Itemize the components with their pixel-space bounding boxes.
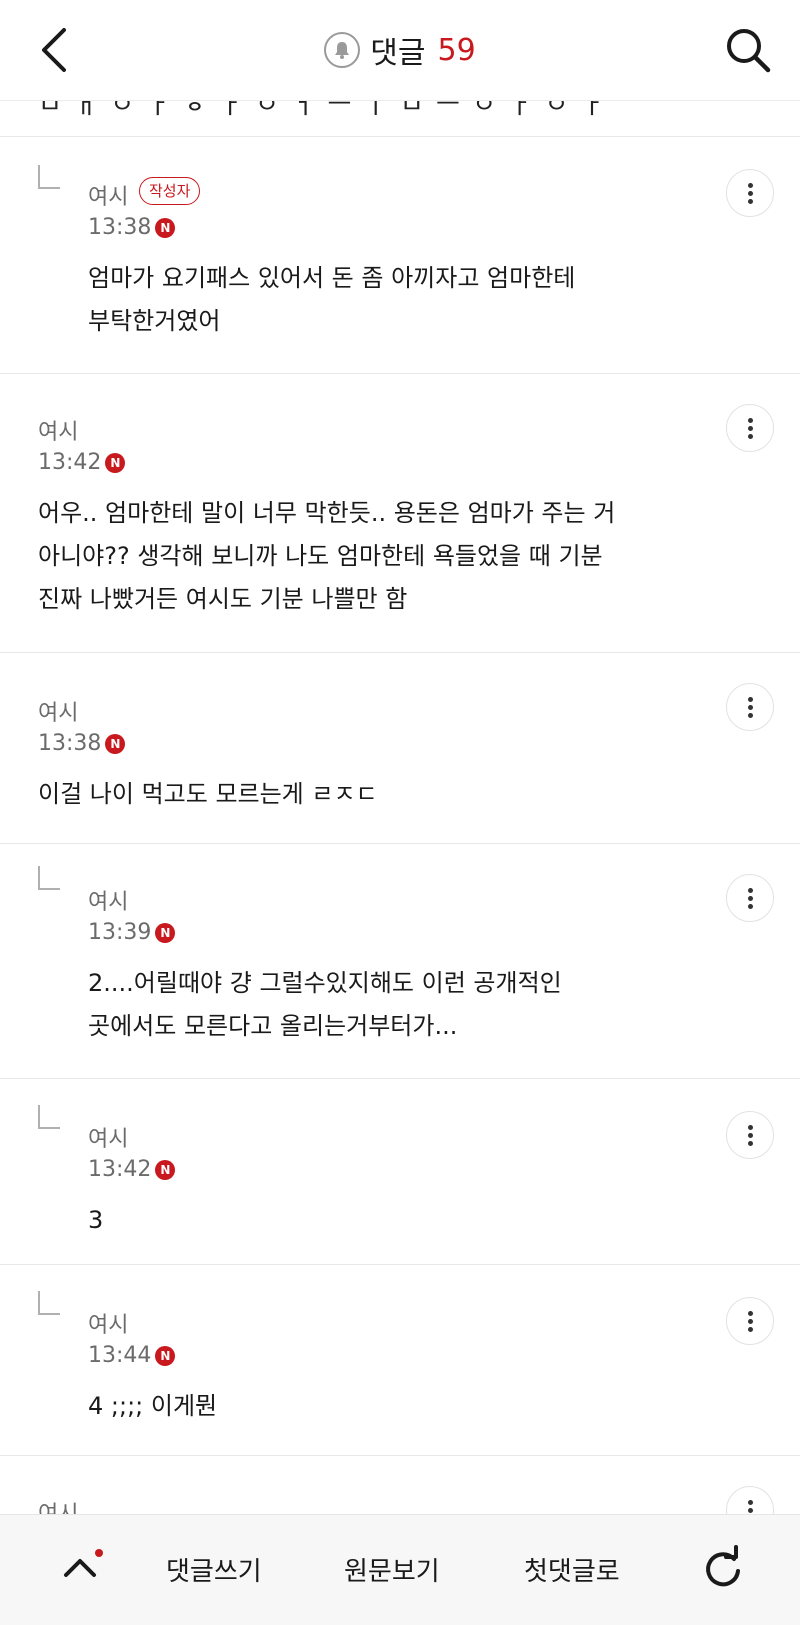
comment-time-row: 13:38 N [88, 215, 176, 240]
author-badge: 작성자 [139, 177, 201, 205]
more-options-button[interactable] [726, 1486, 774, 1514]
comment-item: 여시 13:42 N 어우.. 엄마한테 말이 너무 막한듯.. 용돈은 엄마가… [0, 374, 800, 652]
bottom-action-bar: 댓글쓰기 원문보기 첫댓글로 [0, 1514, 800, 1625]
more-vertical-icon [747, 887, 753, 893]
comment-author: 여시 [88, 1313, 129, 1338]
header-title: 댓글 59 [0, 30, 800, 71]
comment-time: 13:42 [88, 1157, 152, 1182]
reply-indicator-icon [38, 866, 60, 890]
comment-author: 여시 [88, 185, 129, 210]
comment-author: 여시 [38, 701, 79, 726]
comment-time-row: 13:39 N [88, 920, 176, 945]
view-original-button[interactable]: 원문보기 [344, 1551, 440, 1588]
more-options-button[interactable] [726, 1297, 774, 1345]
comment-item: 여시 13:42 N 3 [0, 1079, 800, 1264]
comment-time-row: 13:42 N [38, 450, 126, 475]
more-options-button[interactable] [726, 404, 774, 452]
reply-indicator-icon [38, 165, 60, 189]
comment-time: 13:42 [38, 450, 102, 475]
write-comment-button[interactable]: 댓글쓰기 [166, 1551, 262, 1588]
search-button[interactable] [720, 22, 776, 78]
reply-indicator-icon [38, 1105, 60, 1129]
new-badge-icon: N [155, 217, 176, 238]
comment-time: 13:39 [88, 920, 152, 945]
first-comment-button[interactable]: 첫댓글로 [524, 1551, 620, 1588]
more-options-button[interactable] [726, 683, 774, 731]
more-vertical-icon [747, 182, 753, 188]
comment-author: 여시 [38, 1496, 78, 1514]
more-vertical-icon [747, 1310, 753, 1316]
comment-item: 여시 13:44 N 4 ;;;; 이게뭔 [0, 1265, 800, 1455]
comment-time: 13:44 [88, 1343, 152, 1368]
comment-time: 13:38 [88, 215, 152, 240]
reply-indicator-icon [38, 1291, 60, 1315]
refresh-button[interactable] [700, 1545, 746, 1591]
top-header: 댓글 59 [0, 0, 800, 101]
comments-title: 댓글 [370, 36, 426, 71]
comment-author: 여시 [38, 420, 79, 445]
new-badge-icon: N [155, 1345, 176, 1366]
comment-text: 어우.. 엄마한테 말이 너무 막한듯.. 용돈은 엄마가 주는 거 아니야??… [38, 499, 616, 613]
comment-time-row: 13:42 N [88, 1157, 176, 1182]
comment-time-row: 13:44 N [88, 1343, 176, 1368]
new-badge-icon: N [155, 922, 176, 943]
more-options-button[interactable] [726, 169, 774, 217]
comment-count: 59 [437, 32, 476, 68]
more-options-button[interactable] [726, 1111, 774, 1159]
comment-text: 3 [88, 1206, 104, 1234]
more-options-button[interactable] [726, 874, 774, 922]
notification-dot [95, 1549, 103, 1557]
more-vertical-icon [747, 1124, 753, 1130]
new-badge-icon: N [105, 733, 126, 754]
search-icon [727, 29, 771, 73]
comment-time: 13:38 [38, 731, 102, 756]
comment-author: 여시 [88, 890, 129, 915]
more-vertical-icon [747, 417, 753, 423]
comment-time-row: 13:38 N [38, 731, 126, 756]
comment-text: 엄마가 요기패스 있어서 돈 좀 아끼자고 엄마한테 부탁한거였어 [88, 264, 576, 335]
comment-text: 이걸 나이 먹고도 모르는게 ㄹㅈㄷ [38, 780, 378, 808]
more-vertical-icon [747, 696, 753, 702]
bell-icon[interactable] [324, 32, 361, 68]
new-badge-icon: N [105, 452, 126, 473]
comment-text: 2....어릴때야 걍 그럴수있지해도 이런 공개적인 곳에서도 모른다고 올리… [88, 969, 562, 1040]
new-badge-icon: N [155, 1159, 176, 1180]
comment-text: 4 ;;;; 이게뭔 [88, 1392, 218, 1420]
more-vertical-icon [747, 1499, 753, 1505]
comment-item: 여시 13:38 N 이걸 나이 먹고도 모르는게 ㄹㅈㄷ [0, 653, 800, 843]
comment-author: 여시 [88, 1127, 129, 1152]
comment-item: 여시 작성자 13:38 N 엄마가 요기패스 있어서 돈 좀 아끼자고 엄마한… [0, 137, 800, 373]
comment-item: 여시 [0, 1456, 800, 1514]
refresh-icon [706, 1545, 740, 1587]
comment-item: 여시 13:39 N 2....어릴때야 걍 그럴수있지해도 이런 공개적인 곳… [0, 844, 800, 1078]
